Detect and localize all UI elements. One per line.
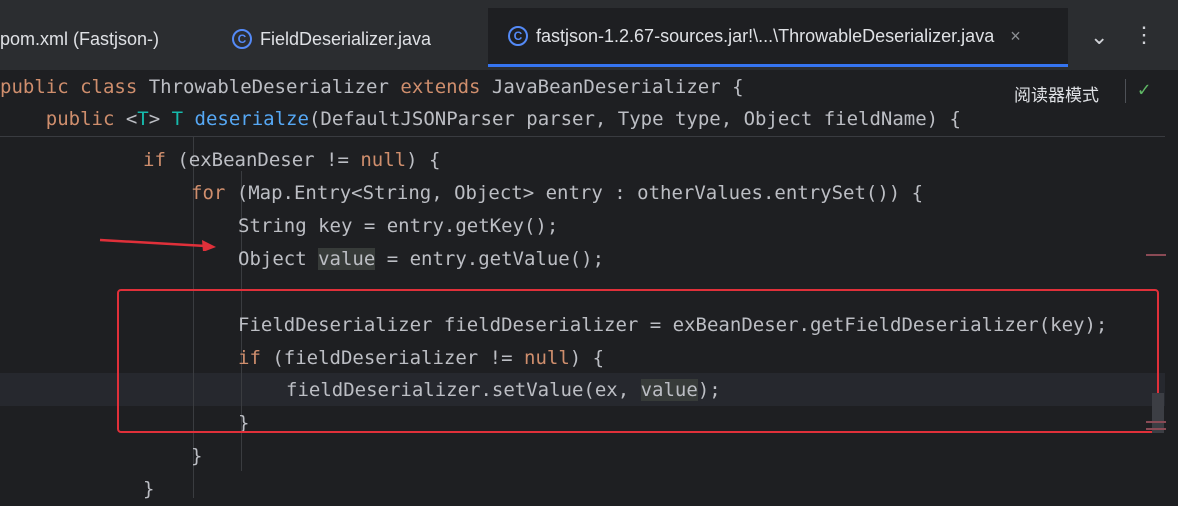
scrollbar-marker: [1146, 254, 1166, 256]
code-line[interactable]: String key = entry.getKey();: [238, 210, 558, 243]
more-options-icon[interactable]: ⋮: [1133, 22, 1155, 48]
sticky-line-class-declaration[interactable]: public class ThrowableDeserializer exten…: [0, 71, 744, 104]
red-arrow-annotation: [99, 238, 216, 251]
tab-label: FieldDeserializer.java: [260, 28, 432, 49]
close-icon[interactable]: ×: [1010, 26, 1021, 47]
code-line[interactable]: Object value = entry.getValue();: [238, 243, 604, 276]
tab-pom-xml[interactable]: pom.xml (Fastjson-): [0, 8, 212, 70]
code-line[interactable]: if (exBeanDeser != null) {: [143, 144, 440, 177]
java-class-icon: C: [232, 29, 252, 49]
scrollbar-marker: [1146, 428, 1166, 430]
scrollbar-thumb[interactable]: [1152, 393, 1164, 433]
editor-tab-bar: pom.xml (Fastjson-) C FieldDeserializer.…: [0, 0, 1178, 71]
tab-label: fastjson-1.2.67-sources.jar!\...\Throwab…: [536, 25, 995, 46]
sticky-scroll-header: public class ThrowableDeserializer exten…: [0, 71, 1165, 137]
red-highlight-box-annotation: [117, 289, 1159, 433]
sticky-line-method-declaration[interactable]: public <T> T deserialze(DefaultJSONParse…: [0, 103, 961, 136]
tab-field-deserializer[interactable]: C FieldDeserializer.java: [214, 8, 484, 70]
reader-mode-button[interactable]: 阅读器模式: [1014, 81, 1099, 106]
java-class-icon: C: [508, 26, 528, 46]
tab-throwable-deserializer[interactable]: C fastjson-1.2.67-sources.jar!\...\Throw…: [488, 8, 1068, 67]
check-icon[interactable]: ✓: [1138, 77, 1150, 101]
scrollbar-marker: [1146, 421, 1166, 423]
code-editor[interactable]: public class ThrowableDeserializer exten…: [0, 71, 1178, 500]
code-line[interactable]: }: [191, 440, 202, 473]
code-line[interactable]: for (Map.Entry<String, Object> entry : o…: [191, 177, 923, 210]
chevron-down-icon[interactable]: ⌄: [1090, 24, 1108, 50]
tab-label: pom.xml (Fastjson-): [0, 28, 160, 49]
divider: [1125, 79, 1126, 103]
code-line[interactable]: }: [143, 473, 154, 506]
